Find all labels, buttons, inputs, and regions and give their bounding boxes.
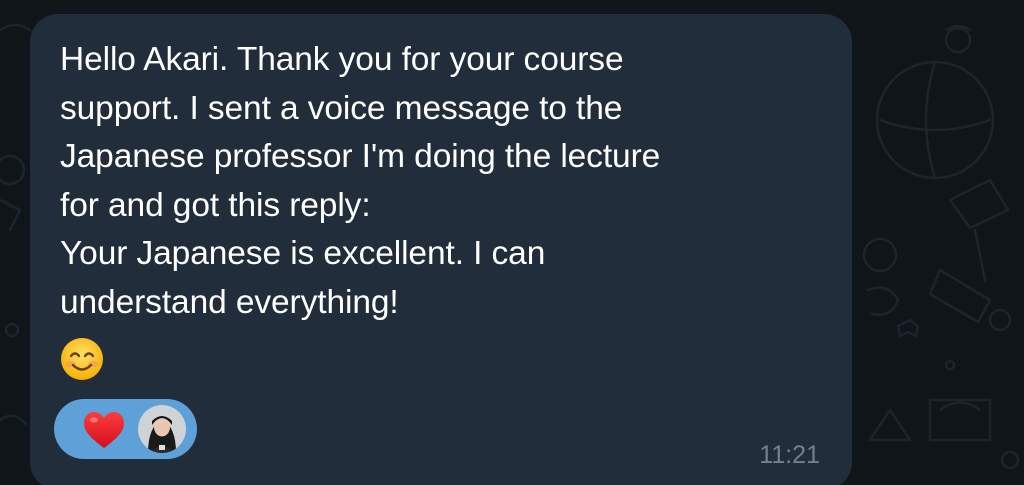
user-avatar-icon [138, 405, 186, 453]
message-line: support. I sent a voice message to the [60, 89, 623, 127]
smiling-face-emoji-icon [61, 338, 103, 380]
message-line: for and got this reply: [60, 186, 371, 224]
message-line: understand everything! [60, 283, 399, 321]
reactor-avatar[interactable] [138, 405, 186, 453]
message-bubble[interactable]: Hello Akari. Thank you for your course su… [30, 14, 852, 485]
reaction-pill[interactable] [54, 399, 197, 459]
message-line: Japanese professor I'm doing the lecture [60, 138, 661, 176]
message-line: Your Japanese is excellent. I can [60, 235, 546, 273]
message-timestamp: 11:21 [759, 441, 820, 469]
message-line: Hello Akari. Thank you for your course [60, 41, 624, 78]
heart-icon [84, 412, 124, 448]
message-text: Hello Akari. Thank you for your course su… [60, 36, 840, 328]
